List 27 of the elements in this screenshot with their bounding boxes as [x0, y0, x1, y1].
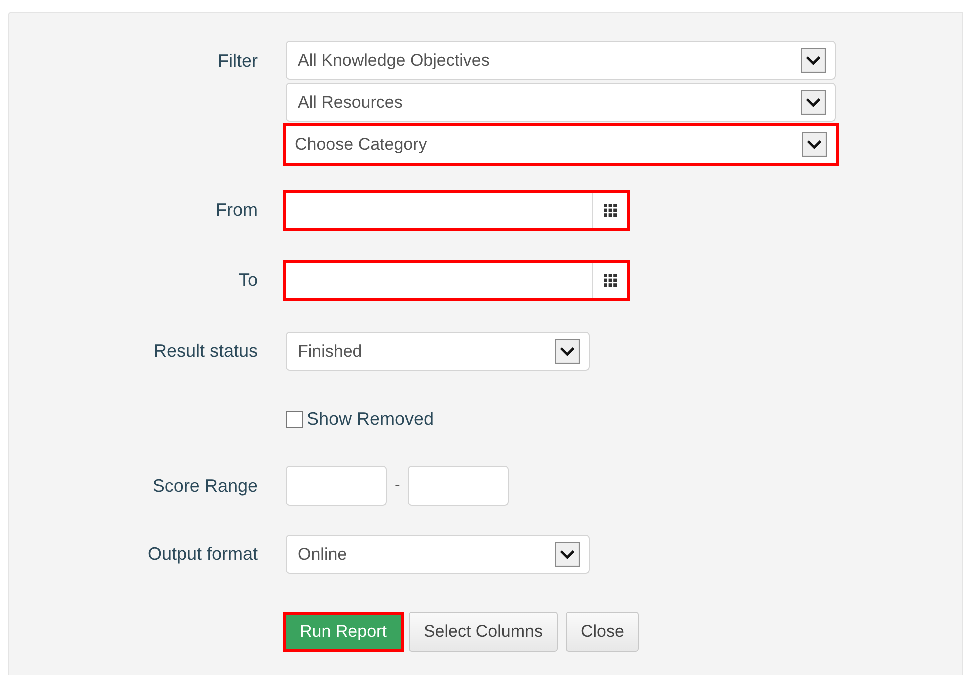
checkbox[interactable]	[286, 411, 303, 428]
chevron-down-icon	[801, 48, 826, 73]
field-label: Output format	[148, 544, 258, 564]
dropdown[interactable]: Choose Category	[283, 123, 839, 166]
dropdown[interactable]: Finished	[286, 332, 590, 371]
chevron-down-icon	[801, 90, 826, 115]
chevron-down-icon	[802, 132, 827, 157]
field-label: Score Range	[152, 476, 258, 496]
chevron-down-icon	[555, 542, 580, 567]
grid-icon	[604, 204, 616, 217]
button[interactable]: Close	[566, 612, 640, 652]
checkbox-label: Show Removed	[307, 409, 434, 430]
field-label: Filter	[218, 51, 258, 71]
input-field[interactable]	[286, 466, 387, 506]
button[interactable]: Select Columns	[408, 612, 558, 652]
dropdown[interactable]: Online	[286, 535, 590, 574]
field-label: Result status	[154, 341, 258, 361]
date-field[interactable]	[283, 260, 630, 301]
date-field[interactable]	[283, 190, 630, 231]
range-separator: -	[395, 477, 400, 495]
dropdown[interactable]: All Knowledge Objectives	[286, 41, 836, 80]
field-label: To	[238, 270, 258, 290]
input-field[interactable]	[408, 466, 510, 506]
grid-icon	[604, 274, 616, 287]
chevron-down-icon	[555, 339, 580, 364]
field-label: From	[216, 200, 258, 220]
dropdown[interactable]: All Resources	[286, 83, 836, 122]
